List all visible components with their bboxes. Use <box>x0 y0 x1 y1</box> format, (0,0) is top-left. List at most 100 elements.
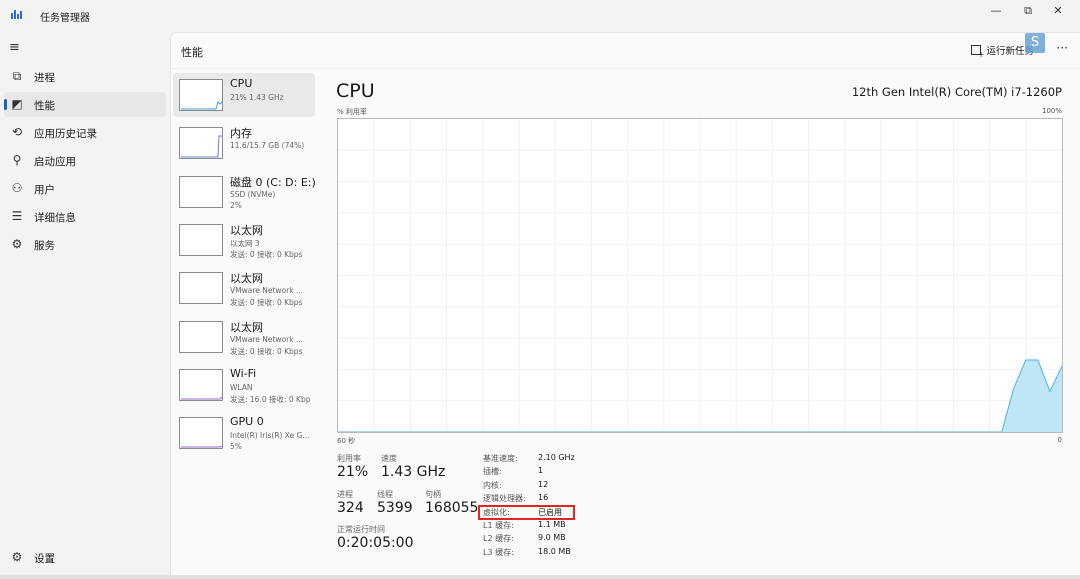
device-name: 以太网 <box>230 320 263 334</box>
device-thumbnail <box>179 320 223 353</box>
device-item[interactable]: 以太网 VMware Network ... 发送: 0 接收: 0 Kbps <box>173 266 315 310</box>
title-bar: 任务管理器 — ⧉ ✕ <box>0 0 1080 30</box>
spec-key: 逻辑处理器: <box>483 494 526 504</box>
device-detail-line2: 2% <box>230 200 242 210</box>
close-button[interactable]: ✕ <box>1046 4 1070 18</box>
device-thumbnail <box>179 368 223 401</box>
main-panel: 性能 运行新任务 S ··· CPU21% 1.43 GHz内存11.6/15.… <box>170 32 1080 577</box>
window-title: 任务管理器 <box>40 13 90 24</box>
cpu-graph-svg <box>338 119 1063 433</box>
device-sparkline <box>181 445 222 448</box>
device-detail-line1: SSD (NVMe) <box>230 189 276 199</box>
graph-y-label: % 利用率 <box>337 108 367 116</box>
graph-x-left-label: 60 秒 <box>337 437 356 445</box>
spec-value: 16 <box>538 493 549 503</box>
device-item[interactable]: 以太网 以太网 3 发送: 0 接收: 0 Kbps <box>173 218 315 262</box>
device-detail-line2: 5% <box>230 442 242 452</box>
startup-icon: ⚲ <box>12 153 22 167</box>
bottom-edge <box>0 575 1080 579</box>
performance-icon: ◩ <box>11 97 23 111</box>
settings-icon: ⚙ <box>11 550 23 564</box>
detail-title: CPU <box>336 80 375 102</box>
device-detail-line1: 以太网 3 <box>230 238 260 248</box>
graph-y-max-label: 100% <box>1041 107 1062 115</box>
threads-value: 5399 <box>377 500 413 516</box>
spec-value: 2.10 GHz <box>538 453 575 462</box>
handles-value: 168055 <box>425 500 479 516</box>
details-icon: ☰ <box>11 209 23 223</box>
spec-key: L1 缓存: <box>483 521 514 530</box>
handles-label: 句柄 <box>425 490 441 499</box>
processes-value: 324 <box>337 500 364 516</box>
device-sparkline-path <box>181 396 222 400</box>
device-sparkline-path <box>181 101 222 110</box>
sidebar-item-startup[interactable]: ⚲ 启动应用 <box>4 148 166 173</box>
header-divider <box>171 68 1080 69</box>
spec-value: 12 <box>538 479 549 489</box>
spec-value: 18.0 MB <box>538 546 571 556</box>
threads-label: 线程 <box>377 490 393 499</box>
graph-x-right-label: 0 <box>1057 436 1062 444</box>
uptime-value: 0:20:05:00 <box>337 535 414 551</box>
restore-button[interactable]: ⧉ <box>1016 4 1040 18</box>
cpu-model: 12th Gen Intel(R) Core(TM) i7-1260P <box>851 85 1062 99</box>
sidebar-item-label: 性能 <box>34 100 55 112</box>
device-item[interactable]: GPU 0 Intel(R) Iris(R) Xe G... 5% <box>173 411 315 455</box>
spec-key: L3 缓存: <box>483 547 514 557</box>
device-sparkline-path <box>181 135 222 158</box>
floating-overlay-icon[interactable]: S <box>1025 33 1045 53</box>
sidebar-item-users[interactable]: ⚇ 用户 <box>4 176 166 201</box>
device-sparkline <box>181 135 222 158</box>
device-thumbnail <box>179 417 223 450</box>
speed-value: 1.43 GHz <box>381 464 446 480</box>
device-detail-line1: 11.6/15.7 GB (74%) <box>230 141 305 151</box>
device-detail-line2: 发送: 16.0 接收: 0 Kbp <box>230 394 311 404</box>
virtualization-highlight <box>478 505 575 520</box>
device-detail-line2: 发送: 0 接收: 0 Kbps <box>230 298 303 308</box>
device-sparkline-path <box>181 445 222 448</box>
hamburger-icon[interactable]: ≡ <box>9 41 23 54</box>
spec-value: 1 <box>538 466 544 476</box>
sidebar-item-label: 设置 <box>34 553 55 565</box>
device-name: 以太网 <box>230 223 263 237</box>
device-detail-line1: VMware Network ... <box>230 286 304 296</box>
device-detail-line1: 21% 1.43 GHz <box>230 93 284 102</box>
utilization-label: 利用率 <box>337 454 361 463</box>
spec-key: L2 缓存: <box>483 534 514 544</box>
sidebar-item-history[interactable]: ⟲ 应用历史记录 <box>4 120 166 145</box>
device-name: GPU 0 <box>230 415 264 429</box>
device-thumbnail <box>179 272 223 305</box>
minimize-button[interactable]: — <box>984 4 1008 18</box>
sidebar-item-performance[interactable]: ◩ 性能 <box>4 92 166 117</box>
history-icon: ⟲ <box>11 125 23 139</box>
device-item[interactable]: CPU 21% 1.43 GHz <box>173 73 315 117</box>
sidebar-item-details[interactable]: ☰ 详细信息 <box>4 204 166 229</box>
device-detail-line2: 发送: 0 接收: 0 Kbps <box>230 346 303 356</box>
spec-key: 内核: <box>483 480 502 490</box>
sidebar-item-settings[interactable]: ⚙ 设置 <box>4 545 166 570</box>
device-thumbnail <box>179 175 223 208</box>
spec-key: 基准速度: <box>483 454 518 463</box>
device-name: 以太网 <box>230 272 263 286</box>
users-icon: ⚇ <box>11 181 23 195</box>
uptime-label: 正常运行时间 <box>337 525 385 534</box>
sidebar-item-services[interactable]: ⚙ 服务 <box>4 232 166 257</box>
device-thumbnail <box>179 223 223 256</box>
device-sparkline <box>181 396 222 400</box>
sidebar-item-label: 应用历史记录 <box>34 128 97 140</box>
spec-value: 1.1 MB <box>538 520 566 529</box>
device-sparkline <box>181 101 222 110</box>
device-item[interactable]: Wi-Fi WLAN 发送: 16.0 接收: 0 Kbp <box>173 363 315 407</box>
device-item[interactable]: 以太网 VMware Network ... 发送: 0 接收: 0 Kbps <box>173 315 315 359</box>
more-options-button[interactable]: ··· <box>1057 41 1068 55</box>
processes-label: 进程 <box>337 490 353 499</box>
device-name: 内存 <box>230 127 252 141</box>
sidebar-item-label: 详细信息 <box>34 212 76 224</box>
spec-value: 9.0 MB <box>538 533 566 543</box>
sidebar-item-processes[interactable]: ⧉ 进程 <box>4 64 166 89</box>
device-item[interactable]: 磁盘 0 (C: D: E:) SSD (NVMe) 2% <box>173 170 316 214</box>
device-name: CPU <box>230 77 253 90</box>
sidebar-item-label: 启动应用 <box>34 156 76 168</box>
device-item[interactable]: 内存 11.6/15.7 GB (74%) <box>173 121 315 165</box>
processes-icon: ⧉ <box>12 69 22 83</box>
